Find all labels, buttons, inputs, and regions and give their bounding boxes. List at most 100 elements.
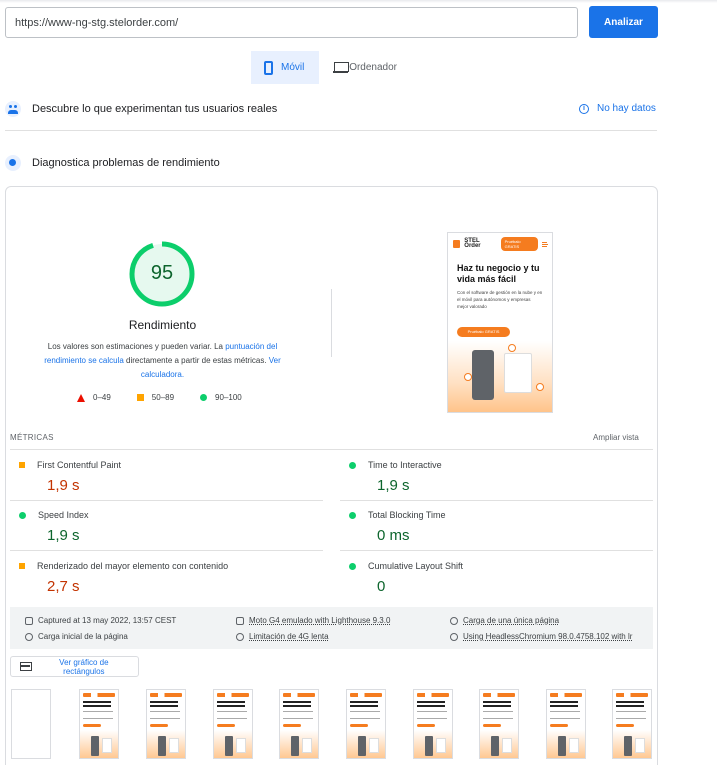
device-icon bbox=[236, 616, 244, 625]
env-load-text: Carga de una única página bbox=[463, 616, 560, 625]
menu-icon bbox=[541, 241, 549, 247]
metric-si-value: 1,9 s bbox=[47, 527, 80, 544]
timer-icon bbox=[25, 632, 33, 641]
metric-si-label: Speed Index bbox=[38, 510, 89, 520]
metric-fcp-label: First Contentful Paint bbox=[37, 460, 122, 470]
metric-divider bbox=[10, 500, 323, 501]
good-circle-icon bbox=[19, 511, 26, 519]
treemap-button[interactable]: Ver gráfico de rectángulos bbox=[10, 656, 139, 677]
filmstrip-frame bbox=[546, 689, 586, 759]
filmstrip-frame bbox=[11, 689, 51, 759]
metric-tti-value: 1,9 s bbox=[377, 477, 410, 494]
filmstrip-frame bbox=[612, 689, 652, 759]
treemap-label: Ver gráfico de rectángulos bbox=[59, 657, 109, 676]
top-bar bbox=[0, 0, 717, 3]
env-device[interactable]: Moto G4 emulado with Lighthouse 9.3.0 bbox=[236, 616, 390, 625]
legend-average: 50–89 bbox=[136, 393, 175, 402]
wifi-icon bbox=[236, 632, 244, 641]
filmstrip bbox=[10, 689, 653, 759]
filmstrip-frame bbox=[346, 689, 386, 759]
score-label: Rendimiento bbox=[128, 318, 197, 332]
no-data-label: No hay datos bbox=[597, 103, 656, 114]
metric-tti: Time to Interactive 1,9 s bbox=[349, 460, 649, 494]
lab-data-header: Diagnostica problemas de rendimiento bbox=[5, 151, 220, 175]
filmstrip-frame bbox=[79, 689, 119, 759]
info-icon: i bbox=[579, 103, 589, 114]
tab-mobile-label: Móvil bbox=[281, 62, 305, 73]
square-icon bbox=[136, 394, 144, 401]
env-device-text: Moto G4 emulado with Lighthouse 9.3.0 bbox=[249, 616, 391, 625]
metric-divider bbox=[340, 550, 653, 551]
filmstrip-frame bbox=[413, 689, 453, 759]
person-icon bbox=[450, 616, 458, 625]
score-legend: 0–49 50–89 90–100 bbox=[77, 393, 242, 402]
field-data-status: i No hay datos bbox=[579, 103, 656, 114]
env-initial-text: Carga inicial de la página bbox=[38, 632, 128, 641]
calendar-icon bbox=[25, 616, 33, 625]
metric-lcp-label: Renderizado del mayor elemento con conte… bbox=[37, 561, 229, 571]
phone-illustration-icon bbox=[472, 350, 494, 400]
env-browser[interactable]: Using HeadlessChromium 98.0.4758.102 wit… bbox=[450, 632, 632, 641]
metric-fcp-value: 1,9 s bbox=[47, 477, 80, 494]
good-circle-icon bbox=[349, 461, 356, 469]
env-load[interactable]: Carga de una única página bbox=[450, 616, 559, 625]
desc-text-2: directamente a partir de estas métricas. bbox=[123, 356, 269, 365]
legend-average-label: 50–89 bbox=[151, 393, 175, 402]
filmstrip-frame bbox=[279, 689, 319, 759]
metrics-divider bbox=[10, 449, 653, 450]
metric-cls-value: 0 bbox=[377, 578, 386, 595]
screenshot-pill: Pruébalo GRATIS bbox=[500, 237, 538, 251]
diagnostics-icon bbox=[5, 155, 21, 171]
field-data-header: Descubre lo que experimentan tus usuario… bbox=[5, 97, 277, 121]
screenshot-header: STEL Order Pruébalo GRATIS bbox=[448, 233, 552, 255]
legend-poor-label: 0–49 bbox=[93, 393, 111, 402]
good-circle-icon bbox=[349, 511, 356, 519]
tab-mobile[interactable]: Móvil bbox=[251, 51, 319, 84]
legend-good: 90–100 bbox=[200, 393, 242, 402]
filmstrip-frame bbox=[479, 689, 519, 759]
circle-icon bbox=[200, 394, 208, 401]
tab-desktop-label: Ordenador bbox=[349, 62, 397, 73]
metric-si: Speed Index 1,9 s bbox=[19, 510, 319, 544]
laptop-icon bbox=[333, 62, 350, 73]
good-circle-icon bbox=[349, 562, 356, 570]
legend-good-label: 90–100 bbox=[215, 393, 242, 402]
metric-fcp: First Contentful Paint 1,9 s bbox=[19, 460, 319, 494]
page-screenshot: STEL Order Pruébalo GRATIS Haz tu negoci… bbox=[447, 232, 553, 413]
metric-cls-label: Cumulative Layout Shift bbox=[368, 561, 464, 571]
runtime-settings bbox=[10, 607, 653, 649]
metrics-title: MÉTRICAS bbox=[10, 433, 54, 442]
chip-icon bbox=[536, 383, 544, 391]
expand-view-toggle[interactable]: Ampliar vista bbox=[593, 433, 639, 442]
average-square-icon bbox=[19, 563, 25, 569]
triangle-icon bbox=[77, 393, 85, 402]
env-initial: Carga inicial de la página bbox=[25, 632, 128, 641]
url-input[interactable] bbox=[5, 7, 578, 38]
field-data-title: Descubre lo que experimentan tus usuario… bbox=[32, 103, 278, 115]
chip-icon bbox=[508, 344, 516, 352]
env-captured-text: Captured at 13 may 2022, 13:57 CEST bbox=[38, 616, 177, 625]
lab-data-title: Diagnostica problemas de rendimiento bbox=[32, 157, 220, 169]
chip-icon bbox=[464, 373, 472, 381]
screenshot-brand: STEL Order bbox=[464, 238, 481, 249]
legend-poor: 0–49 bbox=[77, 393, 111, 402]
env-captured: Captured at 13 may 2022, 13:57 CEST bbox=[25, 616, 176, 625]
tablet-illustration-icon bbox=[504, 353, 532, 393]
score-description: Los valores son estimaciones y pueden va… bbox=[36, 340, 289, 382]
metric-tbt-label: Total Blocking Time bbox=[368, 510, 446, 520]
treemap-icon bbox=[20, 662, 32, 671]
metric-lcp-value: 2,7 s bbox=[47, 578, 80, 595]
average-square-icon bbox=[19, 462, 25, 468]
screenshot-cta: Pruébalo GRATIS bbox=[457, 327, 510, 337]
metric-tbt-value: 0 ms bbox=[377, 527, 410, 544]
screenshot-body: Con el software de gestión en la nube y … bbox=[457, 290, 543, 309]
env-throttle[interactable]: Limitación de 4G lenta bbox=[236, 632, 329, 641]
metric-tti-label: Time to Interactive bbox=[368, 460, 442, 470]
metric-lcp: Renderizado del mayor elemento con conte… bbox=[19, 561, 319, 595]
vertical-separator bbox=[331, 289, 332, 357]
phone-icon bbox=[264, 60, 273, 75]
desc-text-1: Los valores son estimaciones y pueden va… bbox=[47, 342, 226, 351]
chrome-icon bbox=[450, 632, 458, 641]
tab-desktop[interactable]: Ordenador bbox=[320, 51, 410, 84]
analyze-button[interactable]: Analizar bbox=[589, 6, 658, 38]
